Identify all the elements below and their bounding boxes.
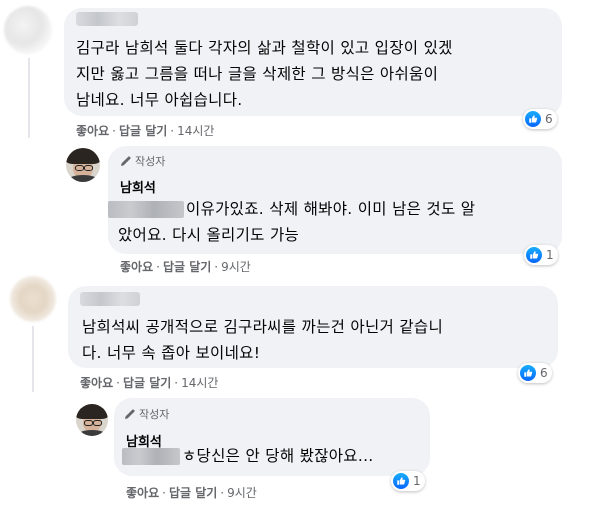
reply-text-line: 았어요. 다시 올리기도 가능 xyxy=(118,226,300,244)
reaction-count[interactable]: 6 xyxy=(523,109,557,129)
comment-text-line: 김구라 남희석 둘다 각자의 삶과 철학이 있고 입장이 있겠 xyxy=(76,39,453,57)
commenter-name[interactable] xyxy=(76,12,138,26)
pencil-icon xyxy=(125,409,135,419)
timestamp[interactable]: 14시간 xyxy=(181,376,218,390)
reply-actions: 좋아요 · 답글 달기 · 9시간 xyxy=(126,484,257,501)
author-avatar[interactable] xyxy=(66,148,100,182)
commenter-name[interactable] xyxy=(80,292,140,306)
separator-dot: · xyxy=(112,124,116,138)
reply-text: 이유가있죠. 삭제 해봐야. 이미 남은 것도 알 xyxy=(186,200,476,218)
like-action[interactable]: 좋아요 xyxy=(126,486,159,500)
reply-bubble: 작성자 남희석 이유가있죠. 삭제 해봐야. 이미 남은 것도 알 았어요. 다… xyxy=(108,146,562,254)
like-thumb-icon xyxy=(526,247,542,263)
author-badge: 작성자 xyxy=(124,406,169,422)
separator-dot: · xyxy=(174,376,179,390)
reaction-count-label: 6 xyxy=(540,366,548,380)
reply-action[interactable]: 답글 달기 xyxy=(119,124,167,138)
reaction-count-label: 1 xyxy=(413,474,421,488)
reaction-count[interactable]: 1 xyxy=(524,245,558,265)
reaction-count-label: 6 xyxy=(545,112,553,126)
thread-line xyxy=(32,326,34,392)
reply-action[interactable]: 답글 달기 xyxy=(169,486,217,500)
reaction-count[interactable]: 1 xyxy=(391,471,425,491)
like-action[interactable]: 좋아요 xyxy=(120,260,153,274)
timestamp[interactable]: 9시간 xyxy=(221,260,251,274)
like-thumb-icon xyxy=(393,473,409,489)
redacted-mention xyxy=(108,201,184,218)
commenter-avatar[interactable] xyxy=(10,276,56,322)
reply-text: ㅎ당신은 안 당해 봤잖아요... xyxy=(182,447,374,465)
commenter-avatar[interactable] xyxy=(4,6,52,54)
comment-bubble: 김구라 남희석 둘다 각자의 삶과 철학이 있고 입장이 있겠 지만 옳고 그름… xyxy=(64,8,562,116)
comment-text-line: 남네요. 너무 아쉽습니다. xyxy=(76,91,243,109)
like-action[interactable]: 좋아요 xyxy=(76,124,109,138)
like-action[interactable]: 좋아요 xyxy=(80,376,113,390)
like-thumb-icon xyxy=(525,111,541,127)
author-badge-label: 작성자 xyxy=(139,408,170,421)
author-avatar[interactable] xyxy=(76,404,108,436)
reply-text-line: ㅎ당신은 안 당해 봤잖아요... xyxy=(122,443,374,469)
comment-actions: 좋아요 · 답글 달기 · 14시간 xyxy=(80,374,218,391)
separator-dot: · xyxy=(116,376,120,390)
comment-text-line: 다. 너무 속 좁아 보이네요! xyxy=(82,344,261,362)
reply-bubble: 작성자 남희석 ㅎ당신은 안 당해 봤잖아요... xyxy=(114,398,430,476)
separator-dot: · xyxy=(214,260,219,274)
reply-action[interactable]: 답글 달기 xyxy=(163,260,211,274)
comment-actions: 좋아요 · 답글 달기 · 14시간 xyxy=(76,122,214,139)
separator-dot: · xyxy=(162,486,166,500)
separator-dot: · xyxy=(156,260,160,274)
comment-bubble: 남희석씨 공개적으로 김구라씨를 까는건 아닌거 같습니 다. 너무 속 좁아 … xyxy=(68,286,558,368)
timestamp[interactable]: 14시간 xyxy=(177,124,214,138)
like-thumb-icon xyxy=(520,365,536,381)
reply-actions: 좋아요 · 답글 달기 · 9시간 xyxy=(120,258,251,275)
author-badge: 작성자 xyxy=(120,153,165,169)
pencil-icon xyxy=(121,156,131,166)
thread-line xyxy=(28,58,30,138)
reply-action[interactable]: 답글 달기 xyxy=(123,376,171,390)
separator-dot: · xyxy=(170,124,175,138)
separator-dot: · xyxy=(220,486,225,500)
reaction-count-label: 1 xyxy=(546,248,554,262)
author-badge-label: 작성자 xyxy=(135,155,166,168)
comment-text-line: 지만 옳고 그름을 떠나 글을 삭제한 그 방식은 아쉬움이 xyxy=(76,65,439,83)
author-name[interactable]: 남희석 xyxy=(120,177,156,196)
redacted-mention xyxy=(122,448,180,465)
reaction-count[interactable]: 6 xyxy=(518,363,552,383)
comment-text-line: 남희석씨 공개적으로 김구라씨를 까는건 아닌거 같습니 xyxy=(82,318,444,336)
reply-text-line: 이유가있죠. 삭제 해봐야. 이미 남은 것도 알 xyxy=(108,196,475,222)
timestamp[interactable]: 9시간 xyxy=(227,486,257,500)
